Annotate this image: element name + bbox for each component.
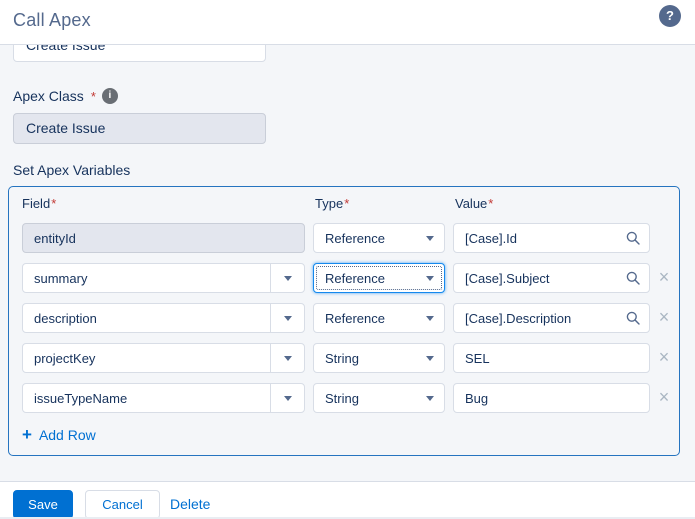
type-select-entityid[interactable]: Reference <box>313 223 445 253</box>
required-asterisk: * <box>51 196 56 211</box>
chevron-down-icon <box>284 316 292 321</box>
field-value: issueTypeName <box>34 391 127 406</box>
type-value: Reference <box>325 311 385 326</box>
dropdown-arrow-section[interactable] <box>270 384 304 412</box>
field-select-projectkey[interactable]: projectKey <box>22 343 305 373</box>
cancel-button[interactable]: Cancel <box>85 490 160 519</box>
dropdown-arrow-section[interactable] <box>270 344 304 372</box>
search-icon[interactable] <box>626 311 640 325</box>
type-value: String <box>325 391 359 406</box>
dropdown-arrow-section[interactable] <box>270 264 304 292</box>
type-value: Reference <box>325 271 385 286</box>
chevron-down-icon <box>426 276 434 281</box>
field-input-entityid: entityId <box>22 223 305 253</box>
value-text: SEL <box>465 351 490 366</box>
field-select-description[interactable]: description <box>22 303 305 333</box>
required-asterisk: * <box>488 196 493 211</box>
value-lookup-description[interactable]: [Case].Description <box>453 303 650 333</box>
info-icon[interactable]: i <box>102 88 118 104</box>
remove-row-icon[interactable]: × <box>655 383 673 413</box>
save-button[interactable]: Save <box>13 490 73 519</box>
type-select-issuetypename[interactable]: String <box>313 383 445 413</box>
add-row-label: Add Row <box>39 427 96 443</box>
column-header-type: Type* <box>315 196 349 211</box>
value-input-issuetypename[interactable]: Bug <box>453 383 650 413</box>
field-value: projectKey <box>34 351 95 366</box>
column-header-value: Value* <box>455 196 493 211</box>
value-text: [Case].Subject <box>465 271 550 286</box>
remove-row-icon[interactable]: × <box>655 303 673 333</box>
set-apex-variables-label: Set Apex Variables <box>13 162 130 178</box>
delete-link[interactable]: Delete <box>170 490 210 519</box>
value-text: [Case].Id <box>465 231 517 246</box>
type-select-projectkey[interactable]: String <box>313 343 445 373</box>
apex-class-label-row: Apex Class * i <box>13 88 118 104</box>
field-select-summary[interactable]: summary <box>22 263 305 293</box>
value-lookup-summary[interactable]: [Case].Subject <box>453 263 650 293</box>
apex-class-input: Create Issue <box>13 113 266 144</box>
page-title: Call Apex <box>13 10 91 31</box>
chevron-down-icon <box>426 396 434 401</box>
value-text: [Case].Description <box>465 311 571 326</box>
footer-bar: Save Cancel Delete <box>0 481 695 519</box>
help-icon[interactable]: ? <box>659 5 681 27</box>
required-asterisk: * <box>91 89 96 104</box>
value-input-projectkey[interactable]: SEL <box>453 343 650 373</box>
plus-icon: + <box>22 428 32 442</box>
field-value: summary <box>34 271 87 286</box>
type-value: String <box>325 351 359 366</box>
remove-row-icon[interactable]: × <box>655 263 673 293</box>
panel-header: Call Apex ? <box>0 0 695 45</box>
search-icon[interactable] <box>626 231 640 245</box>
type-select-summary[interactable]: Reference <box>313 263 445 293</box>
search-icon[interactable] <box>626 271 640 285</box>
chevron-down-icon <box>284 276 292 281</box>
chevron-down-icon <box>426 316 434 321</box>
value-text: Bug <box>465 391 488 406</box>
add-row-button[interactable]: + Add Row <box>22 427 96 443</box>
required-asterisk: * <box>344 196 349 211</box>
field-value: description <box>34 311 97 326</box>
field-value: entityId <box>34 231 76 246</box>
column-header-field: Field* <box>22 196 56 211</box>
field-select-issuetypename[interactable]: issueTypeName <box>22 383 305 413</box>
remove-row-icon[interactable]: × <box>655 343 673 373</box>
chevron-down-icon <box>284 396 292 401</box>
dropdown-arrow-section[interactable] <box>270 304 304 332</box>
chevron-down-icon <box>426 356 434 361</box>
type-value: Reference <box>325 231 385 246</box>
chevron-down-icon <box>284 356 292 361</box>
value-lookup-entityid[interactable]: [Case].Id <box>453 223 650 253</box>
chevron-down-icon <box>426 236 434 241</box>
apex-class-label: Apex Class <box>13 88 84 104</box>
type-select-description[interactable]: Reference <box>313 303 445 333</box>
call-apex-panel: Create Issue Call Apex ? Apex Class * i … <box>0 0 695 519</box>
